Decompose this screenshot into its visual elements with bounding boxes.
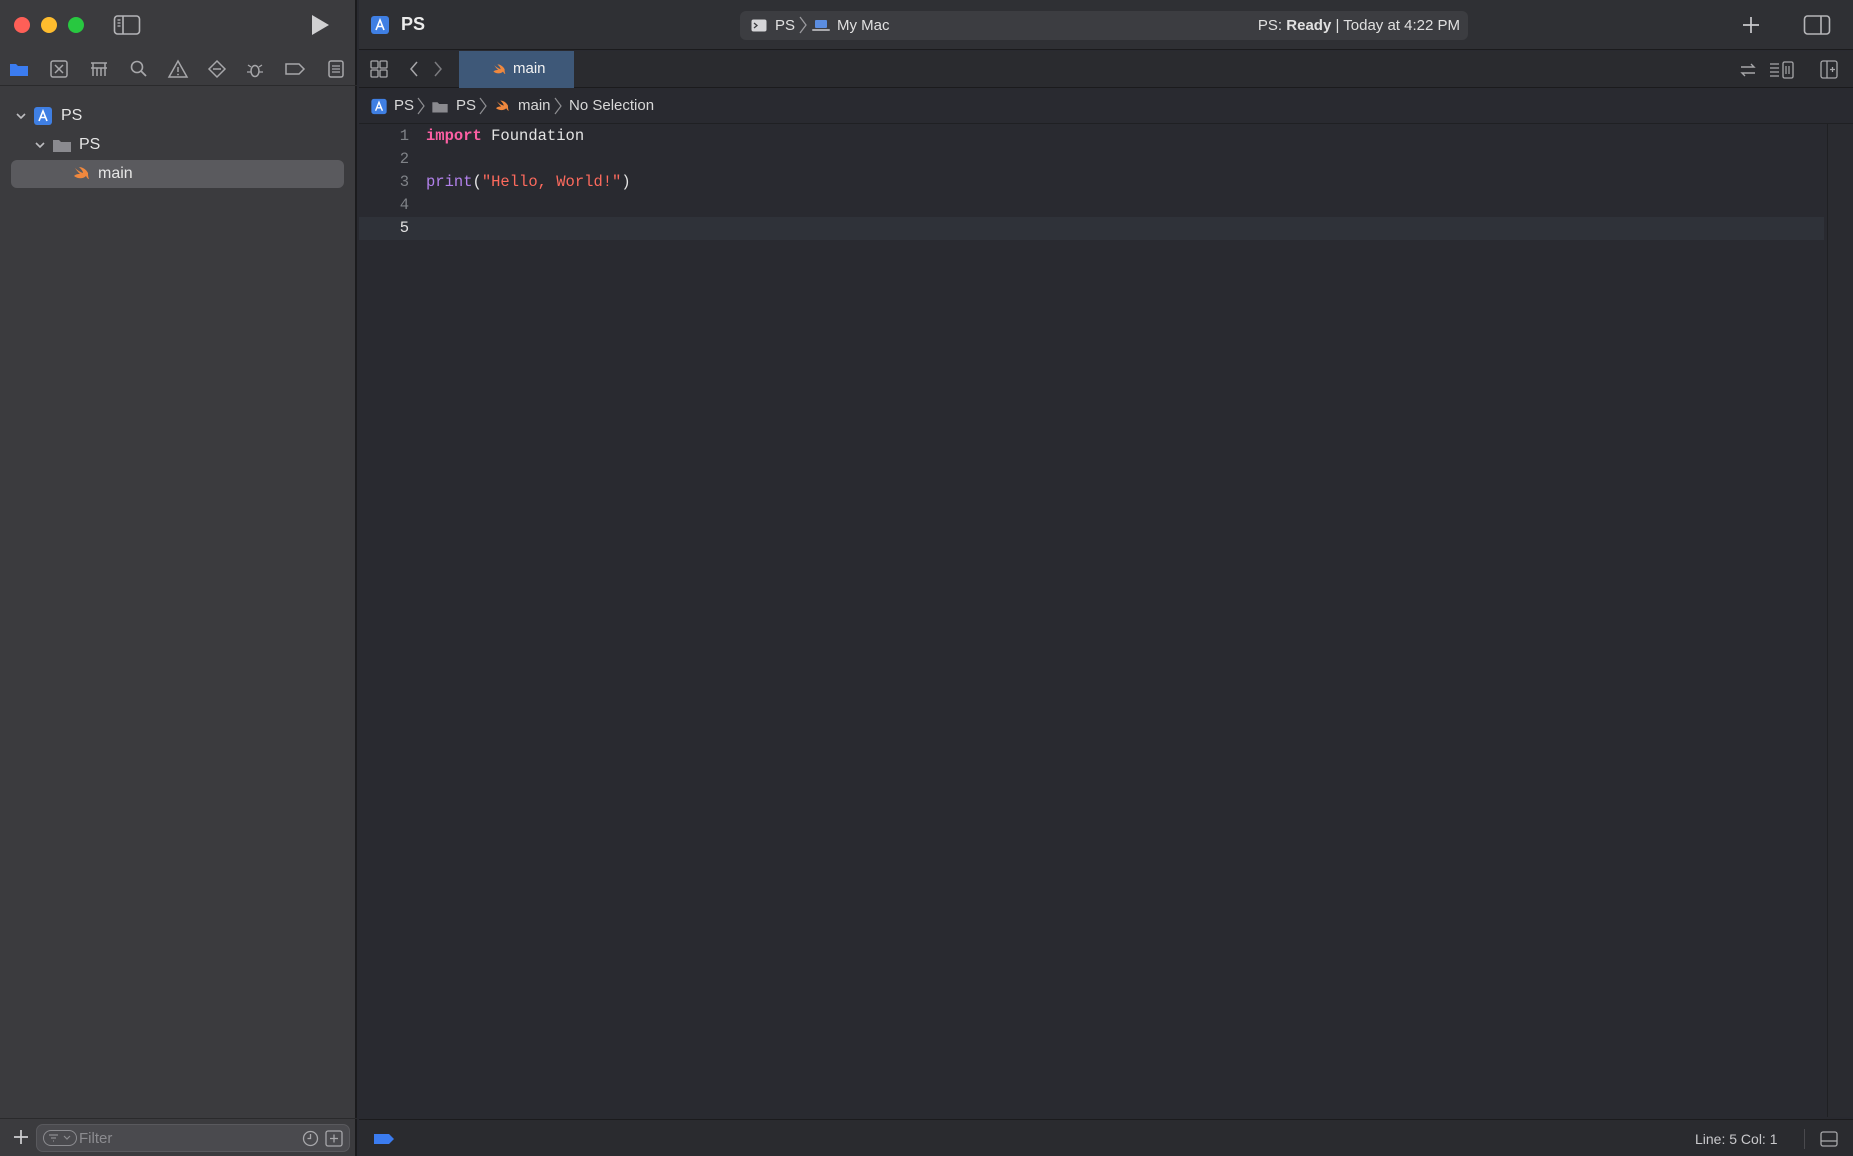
keyword-token: import bbox=[426, 127, 482, 145]
status-divider bbox=[1804, 1129, 1805, 1149]
jump-bar: PS PS main No Selection bbox=[359, 89, 1853, 124]
code-line[interactable]: 2 bbox=[359, 148, 1824, 171]
line-number: 4 bbox=[399, 196, 409, 214]
line-number: 5 bbox=[399, 219, 409, 237]
jumpbar-selection[interactable]: No Selection bbox=[569, 97, 654, 114]
tree-row-file[interactable]: main bbox=[11, 160, 344, 188]
scheme-selector[interactable]: PS bbox=[775, 17, 795, 34]
build-status: PS: Ready | Today at 4:22 PM bbox=[1258, 17, 1460, 34]
search-icon[interactable] bbox=[128, 59, 150, 79]
sidebar-toggle-icon[interactable] bbox=[113, 14, 141, 36]
vertical-scrollbar[interactable] bbox=[1827, 124, 1853, 1117]
tree-label-folder: PS bbox=[79, 136, 101, 153]
filter-input[interactable] bbox=[79, 1128, 279, 1148]
chevron-right-icon bbox=[554, 97, 562, 115]
run-icon[interactable] bbox=[308, 12, 332, 38]
chevron-right-icon[interactable] bbox=[432, 61, 444, 77]
tree-label-project: PS bbox=[61, 107, 83, 124]
jumpbar-project[interactable]: PS bbox=[394, 97, 414, 114]
string-token: "Hello, World!" bbox=[481, 173, 622, 191]
chevron-right-icon bbox=[799, 16, 807, 34]
folder-icon[interactable] bbox=[8, 59, 30, 79]
test-icon[interactable] bbox=[206, 59, 228, 79]
editor-area: PS PS My Mac PS: Ready | Today at 4:22 P… bbox=[359, 0, 1853, 1156]
folder-icon bbox=[53, 140, 71, 152]
minimize-window-button[interactable] bbox=[41, 17, 57, 33]
status-prefix: PS: bbox=[1257, 17, 1287, 34]
zoom-window-button[interactable] bbox=[68, 17, 84, 33]
activity-view: PS My Mac PS: Ready | Today at 4:22 PM bbox=[740, 11, 1468, 40]
function-token: print bbox=[426, 173, 473, 191]
debug-icon[interactable] bbox=[245, 59, 267, 79]
tab-label: main bbox=[513, 60, 546, 77]
laptop-icon bbox=[812, 20, 830, 31]
tree-label-file: main bbox=[98, 165, 133, 182]
close-window-button[interactable] bbox=[14, 17, 30, 33]
code-token: Foundation bbox=[481, 127, 585, 145]
plus-icon[interactable] bbox=[1741, 15, 1761, 35]
source-control-icon[interactable] bbox=[48, 59, 70, 79]
tree-row-folder[interactable]: PS bbox=[0, 131, 357, 159]
recent-files-icon[interactable] bbox=[302, 1130, 319, 1147]
plus-icon[interactable] bbox=[12, 1128, 30, 1146]
editor-status-bar: Line: 5 Col: 1 bbox=[359, 1119, 1853, 1156]
code-token: ) bbox=[621, 173, 631, 191]
sidebar-titlebar bbox=[0, 0, 357, 50]
jumpbar-file[interactable]: main bbox=[518, 97, 551, 114]
status-time: | Today at 4:22 PM bbox=[1331, 17, 1460, 34]
code-token: ( bbox=[472, 173, 482, 191]
xcode-window: PS PS main Filter PS PS My Mac PS: Ready… bbox=[0, 0, 1853, 1156]
current-code-line[interactable]: 5 bbox=[359, 217, 1824, 240]
folder-icon bbox=[432, 102, 448, 113]
status-state: Ready bbox=[1286, 17, 1332, 34]
swift-file-icon bbox=[74, 167, 89, 179]
jumpbar-group[interactable]: PS bbox=[456, 97, 476, 114]
line-number: 2 bbox=[399, 150, 409, 168]
code-line[interactable]: 3 print("Hello, World!") bbox=[359, 171, 1824, 194]
run-destination-selector[interactable]: My Mac bbox=[837, 17, 890, 34]
project-icon bbox=[371, 98, 387, 115]
breakpoint-icon[interactable] bbox=[284, 59, 306, 79]
navigator-sidebar: PS PS main bbox=[0, 0, 357, 1156]
tree-row-project[interactable]: PS bbox=[0, 102, 357, 130]
chevron-right-icon bbox=[417, 97, 425, 115]
chevron-right-icon bbox=[479, 97, 487, 115]
navigator-selector-bar bbox=[0, 52, 357, 86]
related-items-icon[interactable] bbox=[1739, 61, 1757, 79]
tab-main[interactable]: main bbox=[459, 51, 574, 88]
filter-field[interactable] bbox=[36, 1124, 350, 1152]
line-source: print("Hello, World!") bbox=[426, 173, 631, 191]
code-line[interactable]: 1 import Foundation bbox=[359, 125, 1824, 148]
breakpoints-toggle-icon[interactable] bbox=[373, 1133, 395, 1145]
cursor-position: Line: 5 Col: 1 bbox=[1695, 1131, 1778, 1147]
symbol-icon[interactable] bbox=[88, 59, 110, 79]
chevron-left-icon[interactable] bbox=[408, 61, 420, 77]
add-editor-icon[interactable] bbox=[1820, 60, 1838, 79]
project-title: PS bbox=[401, 14, 426, 34]
source-editor[interactable]: 1 import Foundation 2 3 print("Hello, World!… bbox=[359, 127, 1824, 1117]
chevron-down-icon[interactable] bbox=[33, 138, 47, 152]
report-icon[interactable] bbox=[325, 59, 347, 79]
filter-options-icon[interactable] bbox=[43, 1130, 77, 1146]
project-icon bbox=[34, 107, 52, 125]
warning-icon[interactable] bbox=[167, 59, 189, 79]
scm-filter-icon[interactable] bbox=[325, 1130, 343, 1147]
code-line[interactable]: 4 bbox=[359, 194, 1824, 217]
minimap-icon[interactable] bbox=[1769, 60, 1795, 80]
swift-file-icon bbox=[496, 100, 509, 111]
inspector-toggle-icon[interactable] bbox=[1803, 14, 1831, 36]
line-number: 1 bbox=[399, 127, 409, 145]
editor-tab-bar: main bbox=[359, 51, 1853, 88]
chevron-down-icon[interactable] bbox=[14, 109, 28, 123]
navigator-filter-bar bbox=[0, 1118, 357, 1156]
project-icon bbox=[371, 16, 389, 34]
swift-file-icon bbox=[493, 64, 506, 74]
editor-options-icon[interactable] bbox=[370, 60, 388, 78]
debug-area-toggle-icon[interactable] bbox=[1820, 1131, 1838, 1147]
line-number: 3 bbox=[399, 173, 409, 191]
window-toolbar: PS PS My Mac PS: Ready | Today at 4:22 P… bbox=[359, 0, 1853, 50]
line-source: import Foundation bbox=[426, 127, 584, 145]
terminal-icon bbox=[751, 19, 767, 32]
